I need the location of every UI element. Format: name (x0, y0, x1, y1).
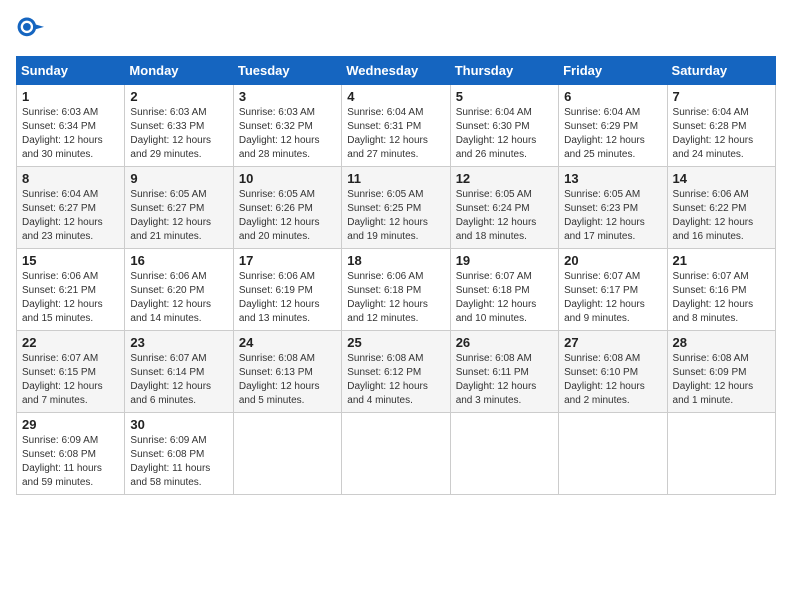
calendar-table: SundayMondayTuesdayWednesdayThursdayFrid… (16, 56, 776, 495)
calendar-day-empty-4-6 (667, 413, 775, 495)
calendar-header-row: SundayMondayTuesdayWednesdayThursdayFrid… (17, 57, 776, 85)
calendar-day-12: 12Sunrise: 6:05 AM Sunset: 6:24 PM Dayli… (450, 167, 558, 249)
calendar-day-28: 28Sunrise: 6:08 AM Sunset: 6:09 PM Dayli… (667, 331, 775, 413)
col-header-tuesday: Tuesday (233, 57, 341, 85)
calendar-day-4: 4Sunrise: 6:04 AM Sunset: 6:31 PM Daylig… (342, 85, 450, 167)
calendar-day-2: 2Sunrise: 6:03 AM Sunset: 6:33 PM Daylig… (125, 85, 233, 167)
calendar-day-30: 30Sunrise: 6:09 AM Sunset: 6:08 PM Dayli… (125, 413, 233, 495)
calendar-day-24: 24Sunrise: 6:08 AM Sunset: 6:13 PM Dayli… (233, 331, 341, 413)
col-header-friday: Friday (559, 57, 667, 85)
calendar-day-9: 9Sunrise: 6:05 AM Sunset: 6:27 PM Daylig… (125, 167, 233, 249)
logo (16, 16, 48, 44)
calendar-day-11: 11Sunrise: 6:05 AM Sunset: 6:25 PM Dayli… (342, 167, 450, 249)
calendar-day-empty-4-4 (450, 413, 558, 495)
calendar-day-22: 22Sunrise: 6:07 AM Sunset: 6:15 PM Dayli… (17, 331, 125, 413)
calendar-day-16: 16Sunrise: 6:06 AM Sunset: 6:20 PM Dayli… (125, 249, 233, 331)
calendar-day-15: 15Sunrise: 6:06 AM Sunset: 6:21 PM Dayli… (17, 249, 125, 331)
calendar-day-27: 27Sunrise: 6:08 AM Sunset: 6:10 PM Dayli… (559, 331, 667, 413)
calendar-day-13: 13Sunrise: 6:05 AM Sunset: 6:23 PM Dayli… (559, 167, 667, 249)
calendar-day-29: 29Sunrise: 6:09 AM Sunset: 6:08 PM Dayli… (17, 413, 125, 495)
logo-icon (16, 16, 44, 44)
calendar-day-10: 10Sunrise: 6:05 AM Sunset: 6:26 PM Dayli… (233, 167, 341, 249)
calendar-day-18: 18Sunrise: 6:06 AM Sunset: 6:18 PM Dayli… (342, 249, 450, 331)
calendar-day-26: 26Sunrise: 6:08 AM Sunset: 6:11 PM Dayli… (450, 331, 558, 413)
col-header-sunday: Sunday (17, 57, 125, 85)
calendar-day-empty-4-5 (559, 413, 667, 495)
calendar-day-5: 5Sunrise: 6:04 AM Sunset: 6:30 PM Daylig… (450, 85, 558, 167)
calendar-day-17: 17Sunrise: 6:06 AM Sunset: 6:19 PM Dayli… (233, 249, 341, 331)
calendar-day-20: 20Sunrise: 6:07 AM Sunset: 6:17 PM Dayli… (559, 249, 667, 331)
calendar-day-19: 19Sunrise: 6:07 AM Sunset: 6:18 PM Dayli… (450, 249, 558, 331)
page-header (16, 16, 776, 44)
calendar-day-empty-4-3 (342, 413, 450, 495)
calendar-day-25: 25Sunrise: 6:08 AM Sunset: 6:12 PM Dayli… (342, 331, 450, 413)
calendar-day-3: 3Sunrise: 6:03 AM Sunset: 6:32 PM Daylig… (233, 85, 341, 167)
calendar-day-14: 14Sunrise: 6:06 AM Sunset: 6:22 PM Dayli… (667, 167, 775, 249)
calendar-day-6: 6Sunrise: 6:04 AM Sunset: 6:29 PM Daylig… (559, 85, 667, 167)
calendar-day-23: 23Sunrise: 6:07 AM Sunset: 6:14 PM Dayli… (125, 331, 233, 413)
calendar-day-8: 8Sunrise: 6:04 AM Sunset: 6:27 PM Daylig… (17, 167, 125, 249)
calendar-day-1: 1Sunrise: 6:03 AM Sunset: 6:34 PM Daylig… (17, 85, 125, 167)
col-header-thursday: Thursday (450, 57, 558, 85)
col-header-monday: Monday (125, 57, 233, 85)
calendar-day-7: 7Sunrise: 6:04 AM Sunset: 6:28 PM Daylig… (667, 85, 775, 167)
calendar-day-empty-4-2 (233, 413, 341, 495)
calendar-day-21: 21Sunrise: 6:07 AM Sunset: 6:16 PM Dayli… (667, 249, 775, 331)
col-header-wednesday: Wednesday (342, 57, 450, 85)
col-header-saturday: Saturday (667, 57, 775, 85)
